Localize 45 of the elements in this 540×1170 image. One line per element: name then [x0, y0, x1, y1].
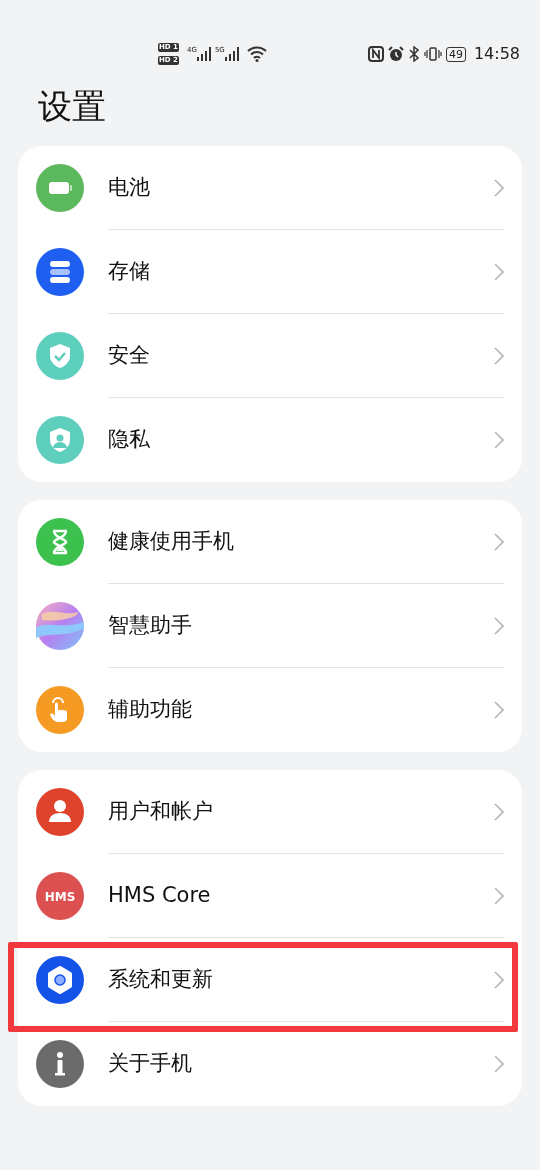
- signal-icon: [224, 47, 239, 61]
- chevron-icon: [494, 971, 504, 989]
- item-label: 安全: [108, 342, 151, 370]
- item-label: 关于手机: [108, 1050, 193, 1078]
- chevron-icon: [494, 533, 504, 551]
- chevron-icon: [494, 431, 504, 449]
- bluetooth-icon: [407, 46, 420, 62]
- battery-icon: 49: [445, 46, 466, 62]
- settings-item[interactable]: 辅助功能: [36, 668, 504, 752]
- settings-item[interactable]: 隐私: [36, 398, 504, 482]
- settings-item[interactable]: HMS HMS Core: [36, 854, 504, 938]
- settings-item[interactable]: 关于手机: [36, 1022, 504, 1106]
- settings-item[interactable]: 安全: [36, 314, 504, 398]
- settings-item[interactable]: 用户和帐户: [36, 770, 504, 854]
- item-label: 用户和帐户: [108, 798, 214, 826]
- wifi-icon: [246, 46, 267, 62]
- item-label: 隐私: [108, 426, 151, 454]
- chevron-icon: [494, 179, 504, 197]
- settings-item[interactable]: 系统和更新: [36, 938, 504, 1022]
- item-label: HMS Core: [108, 882, 212, 910]
- settings-item[interactable]: 电池: [36, 146, 504, 230]
- page-title: 设置: [38, 85, 107, 128]
- chevron-icon: [494, 347, 504, 365]
- chevron-icon: [494, 803, 504, 821]
- chevron-icon: [494, 263, 504, 281]
- settings-item[interactable]: 健康使用手机: [36, 500, 504, 584]
- item-label: 健康使用手机: [108, 528, 235, 556]
- assistant-icon: [36, 602, 84, 650]
- settings-item[interactable]: 智慧助手: [36, 584, 504, 668]
- item-label: 系统和更新: [108, 966, 214, 994]
- hms-logo-icon: HMS: [36, 872, 84, 920]
- item-label: 电池: [108, 174, 151, 202]
- chevron-icon: [494, 887, 504, 905]
- item-label: 存储: [108, 258, 151, 286]
- item-label: 智慧助手: [108, 612, 193, 640]
- clock-time: 14:58: [473, 43, 520, 65]
- chevron-icon: [494, 617, 504, 635]
- item-label: 辅助功能: [108, 696, 193, 724]
- nfc-icon: [367, 46, 384, 62]
- chevron-icon: [494, 701, 504, 719]
- chevron-icon: [494, 1055, 504, 1073]
- settings-item[interactable]: 存储: [36, 230, 504, 314]
- alarm-icon: [387, 46, 404, 62]
- vibrate-icon: [423, 46, 442, 62]
- signal-icon: [196, 47, 211, 61]
